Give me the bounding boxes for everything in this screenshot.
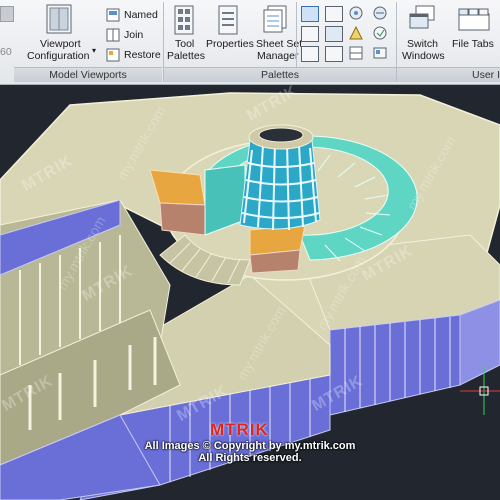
design-center-icon[interactable] — [325, 6, 343, 22]
right-wall-end — [459, 299, 500, 386]
restore-icon — [106, 48, 120, 62]
tool-palettes-label-2: Palettes — [167, 50, 205, 62]
tool-icon-e[interactable] — [372, 25, 388, 41]
tool-palettes-label-1: Tool — [175, 38, 195, 50]
copyright-notice: All Images © Copyright by my.mtrik.com A… — [0, 440, 500, 464]
ribbon: 60 Viewport Configuration ▾ Named Join R… — [0, 0, 500, 85]
sheet-set-label-2: Manager — [257, 50, 299, 62]
xref-icon[interactable] — [325, 26, 343, 42]
tool-icon-d[interactable] — [372, 5, 388, 21]
panel-title-model-viewports: Model Viewports — [14, 67, 162, 82]
tool-icon-f[interactable] — [372, 45, 388, 61]
properties-icon — [218, 5, 238, 35]
named-label: Named — [124, 9, 158, 21]
join-label: Join — [124, 29, 144, 41]
left-edge-number: 60 — [0, 46, 12, 58]
viewport-configuration-icon — [46, 4, 72, 34]
left-tool-icon[interactable] — [0, 6, 14, 22]
panel-title-palettes: Palettes — [164, 67, 396, 82]
copyright-line-2: All Rights reserved. — [198, 452, 302, 464]
properties-label: Properties — [206, 38, 254, 50]
copyright-line-1: All Images © Copyright by my.mtrik.com — [144, 440, 356, 452]
tool-icon-b[interactable] — [348, 25, 364, 41]
join-icon — [106, 28, 120, 42]
file-tabs-label: File Tabs — [452, 38, 494, 50]
right-wall — [329, 314, 461, 416]
command-line-icon[interactable] — [301, 6, 319, 22]
layer-manager-icon[interactable] — [301, 26, 319, 42]
tool-palettes-icon — [174, 5, 194, 35]
sheet-set-icon — [263, 5, 287, 33]
switch-windows-label-1: Switch — [407, 38, 438, 50]
tool-icon-c[interactable] — [348, 45, 364, 61]
viewport-configuration-label-1: Viewport — [40, 38, 81, 50]
markup-icon[interactable] — [325, 46, 343, 62]
viewport-configuration-label-2: Configuration — [27, 50, 90, 62]
chevron-down-icon: ▾ — [92, 46, 97, 55]
switch-windows-label-2: Windows — [402, 50, 445, 62]
switch-windows-icon — [409, 5, 435, 29]
tool-icon-a[interactable] — [348, 5, 364, 21]
file-tabs-icon — [458, 8, 490, 31]
panel-title-user-interface: User I — [397, 67, 500, 82]
named-viewports-icon — [106, 8, 120, 22]
tower-opening — [258, 127, 304, 143]
restore-label: Restore — [124, 49, 161, 61]
calculator-icon[interactable] — [301, 46, 319, 62]
mtrik-logo: MTRIK — [210, 420, 269, 439]
brown-block-left — [159, 202, 206, 236]
